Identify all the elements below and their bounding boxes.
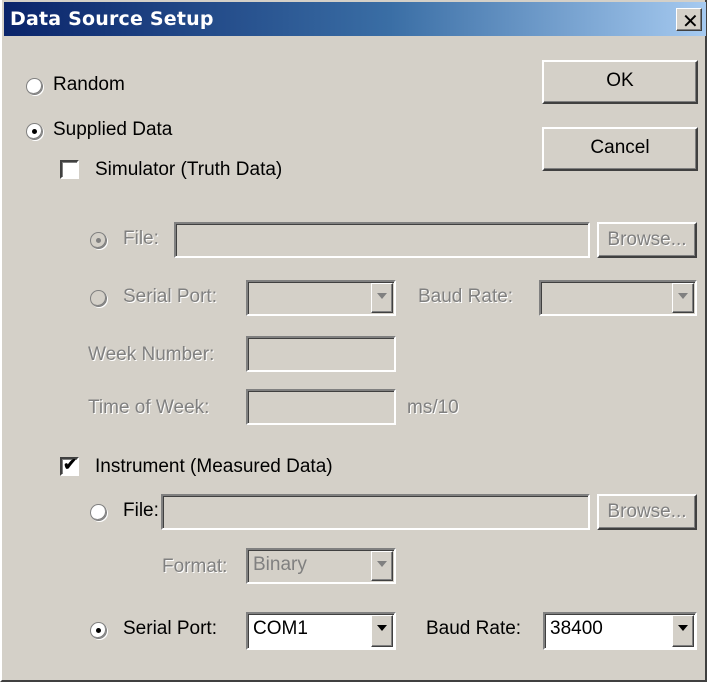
instrument-serial-label[interactable]: Serial Port:	[123, 618, 217, 640]
simulator-serial-dropdown[interactable]	[246, 280, 396, 316]
instrument-file-input[interactable]	[161, 494, 590, 530]
simulator-browse-button[interactable]: Browse...	[597, 222, 697, 258]
random-label[interactable]: Random	[53, 74, 125, 96]
simulator-file-radio[interactable]	[90, 232, 107, 249]
week-number-input[interactable]	[246, 336, 396, 372]
simulator-file-label: File:	[123, 228, 159, 249]
random-radio[interactable]	[26, 78, 43, 95]
radio-selected-dot	[32, 129, 37, 134]
serial-port-value: COM1	[253, 618, 308, 639]
instrument-label[interactable]: Instrument (Measured Data)	[95, 456, 333, 478]
radio-selected-dot	[96, 238, 101, 243]
window-title: Data Source Setup	[10, 8, 214, 30]
time-of-week-unit: ms/10	[407, 397, 459, 418]
simulator-checkbox[interactable]	[60, 160, 79, 179]
supplied-data-label[interactable]: Supplied Data	[53, 119, 172, 141]
chevron-down-icon[interactable]	[371, 615, 393, 647]
chevron-down-icon[interactable]	[371, 283, 393, 313]
instrument-browse-button[interactable]: Browse...	[597, 494, 697, 530]
baud-rate-value: 38400	[550, 618, 603, 639]
checkmark-icon: ✔	[63, 455, 78, 474]
data-source-setup-dialog: Data Source Setup ✕ Random Supplied Data…	[0, 0, 707, 682]
instrument-checkbox[interactable]: ✔	[60, 455, 79, 476]
instrument-file-label[interactable]: File:	[123, 500, 159, 522]
instrument-baud-dropdown[interactable]: 38400	[543, 612, 697, 650]
format-dropdown[interactable]: Binary	[246, 548, 396, 584]
time-of-week-label: Time of Week:	[88, 397, 210, 418]
radio-selected-dot	[96, 628, 101, 633]
cancel-button[interactable]: Cancel	[542, 127, 698, 171]
instrument-baud-label: Baud Rate:	[426, 618, 522, 639]
simulator-serial-label: Serial Port:	[123, 286, 217, 307]
simulator-baud-label: Baud Rate:	[418, 286, 514, 307]
simulator-serial-radio[interactable]	[90, 290, 107, 307]
chevron-down-icon[interactable]	[371, 551, 393, 581]
instrument-file-radio[interactable]	[90, 504, 107, 521]
close-button[interactable]: ✕	[676, 8, 702, 33]
chevron-down-icon[interactable]	[672, 283, 694, 313]
chevron-down-icon[interactable]	[672, 615, 694, 647]
title-bar[interactable]: Data Source Setup ✕	[4, 2, 706, 36]
ok-button[interactable]: OK	[542, 60, 698, 104]
simulator-file-input[interactable]	[174, 222, 590, 258]
instrument-serial-dropdown[interactable]: COM1	[246, 612, 396, 650]
week-number-label: Week Number:	[88, 344, 215, 365]
instrument-serial-radio[interactable]	[90, 622, 107, 639]
supplied-data-radio[interactable]	[26, 123, 43, 140]
time-of-week-input[interactable]	[246, 389, 396, 425]
simulator-baud-dropdown[interactable]	[539, 280, 697, 316]
close-icon: ✕	[682, 11, 699, 33]
simulator-label[interactable]: Simulator (Truth Data)	[95, 159, 282, 181]
format-label: Format:	[162, 556, 228, 577]
